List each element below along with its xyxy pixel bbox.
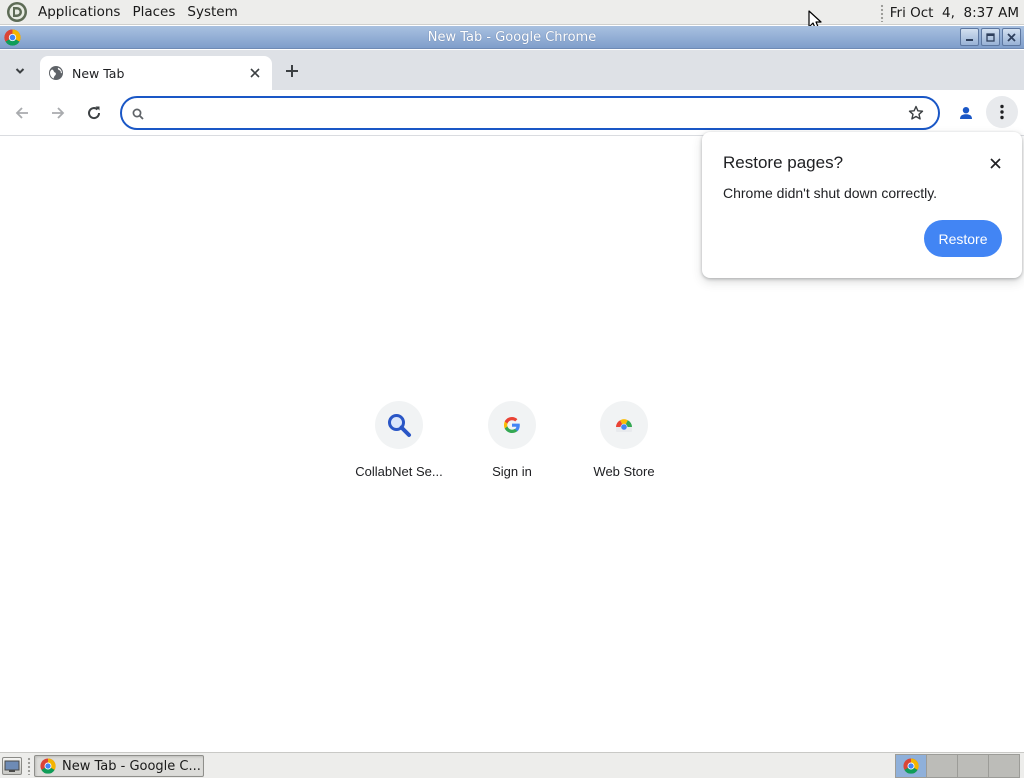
close-window-button[interactable] (1002, 28, 1021, 46)
chrome-app-icon[interactable] (4, 29, 21, 46)
back-button[interactable] (10, 101, 34, 125)
maximize-icon (986, 32, 995, 42)
menu-applications[interactable]: Applications (32, 0, 126, 25)
plus-icon (286, 65, 298, 77)
three-dots-vertical-icon (1000, 104, 1004, 120)
clock[interactable]: Fri Oct 4, 8:37 AM (890, 5, 1024, 21)
magnifier-icon (388, 414, 411, 437)
workspace-4[interactable] (988, 754, 1020, 778)
arrow-right-icon (52, 107, 65, 119)
google-g-icon (504, 417, 520, 433)
workspace-2[interactable] (926, 754, 958, 778)
distro-logo-icon[interactable] (6, 1, 28, 23)
chrome-app-icon (40, 758, 56, 774)
menu-places[interactable]: Places (126, 0, 181, 25)
panel-grip-handle[interactable] (879, 3, 884, 22)
workspace-1[interactable] (895, 754, 927, 778)
shortcut-label: Sign in (492, 464, 532, 479)
window-title: New Tab - Google Chrome (427, 29, 597, 45)
close-icon (1007, 32, 1016, 42)
taskbar-item-label: New Tab - Google C... (62, 758, 201, 774)
desktop-icon (4, 760, 20, 772)
web-store-icon (616, 419, 632, 432)
top-panel: Applications Places System Fri Oct 4, 8:… (0, 0, 1024, 25)
panel-clock-area: Fri Oct 4, 8:37 AM (879, 0, 1024, 25)
shortcut-tile-web-store[interactable]: Web Store (569, 401, 679, 479)
reload-icon (88, 106, 101, 120)
bottom-panel: New Tab - Google C... (0, 752, 1024, 778)
window-titlebar[interactable]: New Tab - Google Chrome (0, 26, 1024, 49)
profile-button[interactable] (954, 101, 978, 125)
shortcut-tile-sign-in[interactable]: Sign in (457, 401, 567, 479)
shortcut-icon-circle (488, 401, 536, 449)
tab-strip: New Tab (0, 50, 1024, 90)
close-icon (250, 68, 260, 78)
reload-button[interactable] (82, 101, 106, 125)
shortcut-icon-circle (600, 401, 648, 449)
menu-system[interactable]: System (181, 0, 243, 25)
bubble-close-button[interactable] (986, 154, 1004, 172)
person-icon (960, 107, 972, 119)
shortcut-label: Web Store (593, 464, 655, 479)
new-tab-button[interactable] (281, 60, 303, 82)
chrome-app-icon (903, 758, 919, 774)
arrow-left-icon (15, 107, 28, 119)
tab-close-button[interactable] (246, 64, 264, 82)
browser-toolbar (0, 90, 1024, 136)
star-icon (908, 105, 924, 120)
shortcut-label: CollabNet Se... (355, 464, 443, 479)
minimize-button[interactable] (960, 28, 979, 46)
omnibox-input[interactable] (154, 102, 894, 124)
minimize-icon (966, 38, 973, 41)
tab-title: New Tab (72, 65, 125, 81)
restore-pages-bubble: Restore pages? Chrome didn't shut down c… (702, 132, 1022, 278)
bookmark-star-button[interactable] (906, 103, 926, 123)
tab-search-button[interactable] (8, 60, 32, 82)
search-icon (129, 105, 147, 123)
workspace-3[interactable] (957, 754, 989, 778)
workspace-switcher (895, 754, 1020, 778)
panel-grip-handle[interactable] (27, 757, 31, 775)
maximize-button[interactable] (981, 28, 1000, 46)
window-controls (960, 28, 1021, 46)
chevron-down-icon (15, 68, 25, 74)
bubble-title: Restore pages? (723, 153, 844, 172)
taskbar-item-chrome[interactable]: New Tab - Google C... (34, 755, 204, 777)
chrome-menu-button[interactable] (986, 96, 1018, 128)
tab-new-tab[interactable]: New Tab (40, 56, 272, 90)
close-icon (989, 157, 1001, 169)
omnibox[interactable] (120, 96, 940, 130)
forward-button[interactable] (46, 101, 70, 125)
show-desktop-button[interactable] (2, 757, 22, 775)
shortcut-icon-circle (375, 401, 423, 449)
restore-button[interactable]: Restore (924, 220, 1002, 257)
panel-menu-bar: Applications Places System (0, 0, 244, 25)
globe-icon (49, 66, 63, 80)
bubble-message: Chrome didn't shut down correctly. (723, 185, 938, 201)
shortcut-tile-collabnet[interactable]: CollabNet Se... (344, 401, 454, 479)
